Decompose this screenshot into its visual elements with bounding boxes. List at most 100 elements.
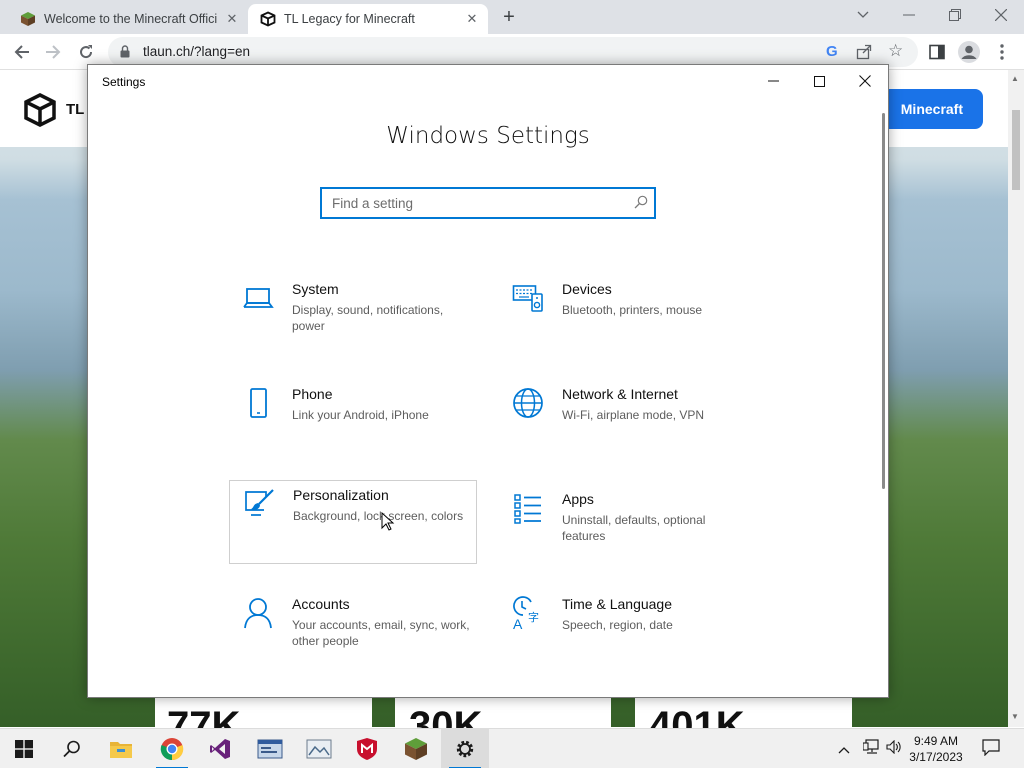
close-button[interactable]: [842, 65, 888, 97]
tab-tl-legacy[interactable]: TL Legacy for Minecraft ✕: [248, 4, 488, 34]
tab-title: TL Legacy for Minecraft: [284, 12, 415, 26]
stat-card: 401K: [635, 697, 852, 746]
apps-list-icon: [514, 494, 541, 524]
taskbar-chrome[interactable]: [148, 729, 196, 768]
action-center-notification-icon[interactable]: [982, 739, 1000, 761]
gear-icon: [456, 740, 474, 758]
category-network-internet[interactable]: Network & Internet Wi-Fi, airplane mode,…: [499, 380, 747, 464]
category-description: Wi-Fi, airplane mode, VPN: [562, 408, 705, 422]
clock-time: 9:49 AM: [913, 734, 959, 748]
svg-text:A: A: [513, 616, 523, 630]
category-description: Link your Android, iPhone: [292, 408, 429, 422]
search-box[interactable]: [320, 187, 656, 219]
category-description: Uninstall, defaults, optional features: [562, 513, 706, 543]
category-apps[interactable]: Apps Uninstall, defaults, optional featu…: [499, 485, 747, 569]
scrollbar-thumb[interactable]: [1012, 110, 1020, 190]
category-time-language[interactable]: A字 Time & Language Speech, region, date: [499, 590, 747, 674]
category-name: System: [292, 281, 339, 297]
folder-icon: [110, 742, 132, 758]
site-logo-text[interactable]: TL: [66, 101, 84, 118]
browser-close-button[interactable]: [978, 0, 1024, 30]
search-icon: [63, 740, 80, 758]
category-description: Bluetooth, printers, mouse: [562, 303, 703, 317]
time-language-icon: A字: [513, 596, 539, 630]
minecraft-grass-block-icon: [405, 738, 427, 760]
windows-logo-icon: [15, 740, 33, 758]
taskbar-settings[interactable]: [441, 729, 489, 768]
tab-title: Welcome to the Minecraft Offici: [44, 12, 218, 26]
taskbar-file-explorer[interactable]: [97, 729, 145, 768]
bookmark-star-icon[interactable]: ☆: [888, 41, 903, 61]
start-button[interactable]: [0, 729, 48, 768]
scroll-up-arrow-icon[interactable]: ▲: [1011, 74, 1019, 83]
devices-icon: [512, 285, 543, 312]
page-scrollbar[interactable]: ▲ ▼: [1008, 70, 1024, 727]
category-name: Network & Internet: [562, 386, 678, 402]
category-devices[interactable]: Devices Bluetooth, printers, mouse: [499, 275, 747, 359]
category-name: Apps: [562, 491, 594, 507]
category-description: Speech, region, date: [562, 618, 673, 632]
person-icon: [244, 598, 272, 629]
maximize-button[interactable]: [796, 65, 842, 97]
volume-icon[interactable]: [886, 739, 902, 759]
close-tab-icon[interactable]: ✕: [222, 11, 242, 27]
show-hidden-icons-chevron-icon[interactable]: [838, 741, 850, 759]
paintbrush-icon: [245, 489, 274, 516]
taskbar-search-button[interactable]: [48, 729, 96, 768]
clock-date: 3/17/2023: [909, 750, 963, 764]
network-icon[interactable]: [862, 739, 881, 760]
mcafee-shield-icon: [357, 738, 377, 760]
category-system[interactable]: System Display, sound, notifications, po…: [229, 275, 477, 359]
category-accounts[interactable]: Accounts Your accounts, email, sync, wor…: [229, 590, 477, 674]
phone-icon: [250, 388, 267, 418]
page-title: Windows Settings: [386, 123, 590, 149]
settings-scrollbar[interactable]: [882, 113, 885, 489]
new-tab-button[interactable]: +: [496, 4, 522, 30]
share-icon[interactable]: [856, 44, 872, 60]
taskbar-clock[interactable]: 9:49 AM 3/17/2023: [905, 733, 967, 765]
scroll-down-arrow-icon[interactable]: ▼: [1011, 712, 1019, 721]
category-name: Time & Language: [562, 596, 672, 612]
taskbar: 9:49 AM 3/17/2023: [0, 728, 1024, 768]
category-name: Phone: [292, 386, 333, 402]
settings-window: Settings Windows Settings System Display…: [87, 64, 889, 698]
chrome-icon: [160, 738, 184, 761]
category-description: Your accounts, email, sync, work, other …: [292, 618, 470, 648]
url-text[interactable]: tlaun.ch/?lang=en: [143, 44, 250, 59]
google-lens-icon[interactable]: G: [826, 43, 838, 60]
category-personalization[interactable]: Personalization Background, lock screen,…: [229, 480, 477, 564]
forward-arrow-icon[interactable]: [38, 34, 68, 70]
lock-icon[interactable]: [120, 45, 130, 58]
browser-menu-icon[interactable]: [987, 34, 1017, 70]
stats-row: 77K 30K 401K: [155, 697, 852, 746]
tab-search-chevron-icon[interactable]: [840, 0, 886, 30]
browser-minimize-button[interactable]: [886, 0, 932, 30]
category-name: Devices: [562, 281, 612, 297]
tab-minecraft-official[interactable]: Welcome to the Minecraft Offici ✕: [8, 4, 248, 34]
profile-avatar-icon[interactable]: [954, 34, 984, 70]
taskbar-mcafee[interactable]: [343, 729, 391, 768]
close-tab-icon[interactable]: ✕: [462, 11, 482, 27]
category-phone[interactable]: Phone Link your Android, iPhone: [229, 380, 477, 464]
back-arrow-icon[interactable]: [7, 34, 37, 70]
browser-tab-strip: Welcome to the Minecraft Offici ✕ TL Leg…: [0, 0, 1024, 34]
stat-card: 77K: [155, 697, 372, 746]
app-window-icon: [257, 739, 283, 759]
side-panel-icon[interactable]: [922, 34, 952, 70]
mouse-cursor-icon: [381, 512, 395, 531]
tl-cube-logo-icon[interactable]: [22, 92, 58, 128]
taskbar-app-window[interactable]: [246, 729, 294, 768]
laptop-icon: [243, 288, 274, 308]
download-minecraft-button[interactable]: Minecraft: [880, 89, 983, 129]
search-input[interactable]: [322, 189, 622, 217]
browser-restore-button[interactable]: [932, 0, 978, 30]
taskbar-photos-app[interactable]: [295, 729, 343, 768]
window-title: Settings: [102, 75, 146, 89]
taskbar-visual-studio[interactable]: [196, 729, 244, 768]
tl-cube-logo-icon: [260, 11, 276, 27]
taskbar-minecraft[interactable]: [392, 729, 440, 768]
image-viewer-icon: [306, 739, 332, 759]
stat-card: 30K: [395, 697, 611, 746]
visual-studio-icon: [210, 739, 230, 759]
minimize-button[interactable]: [750, 65, 796, 97]
